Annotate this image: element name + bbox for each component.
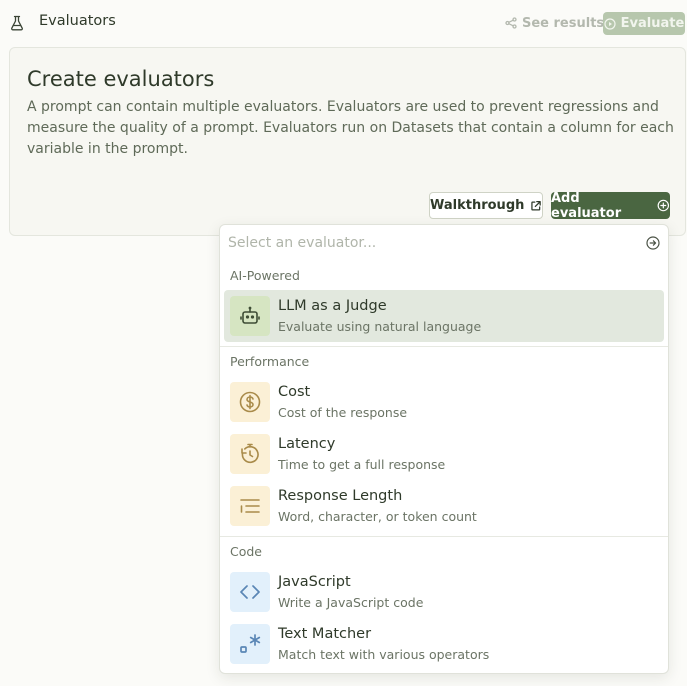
page-header: Evaluators See results Evaluate [0, 0, 687, 46]
evaluate-label: Evaluate [620, 16, 685, 31]
evaluator-item-text-matcher[interactable]: Text Matcher Match text with various ope… [224, 618, 664, 670]
arrow-right-circle-icon[interactable] [646, 236, 660, 250]
evaluator-item-llm-judge[interactable]: LLM as a Judge Evaluate using natural la… [224, 290, 664, 342]
add-evaluator-button[interactable]: Add evaluator [551, 190, 670, 221]
plus-circle-icon [657, 199, 670, 212]
page-title: Evaluators [39, 13, 116, 29]
item-icon-box [230, 434, 270, 474]
play-circle-icon [604, 17, 616, 30]
item-subtitle: Match text with various operators [278, 647, 490, 662]
item-subtitle: Write a JavaScript code [278, 595, 424, 610]
evaluator-item-latency[interactable]: Latency Time to get a full response [224, 428, 664, 480]
dollar-icon [239, 391, 261, 413]
panel-title: Create evaluators [27, 67, 215, 91]
item-icon-box [230, 382, 270, 422]
item-icon-box [230, 624, 270, 664]
evaluator-item-response-length[interactable]: Response Length Word, character, or toke… [224, 480, 664, 532]
item-title: JavaScript [278, 574, 351, 590]
walkthrough-label: Walkthrough [430, 198, 525, 213]
robot-icon [240, 306, 260, 324]
item-icon-box [230, 572, 270, 612]
item-subtitle: Cost of the response [278, 405, 408, 420]
evaluator-search-input[interactable] [228, 231, 628, 255]
item-icon-box [230, 486, 270, 526]
see-results-label: See results [522, 15, 605, 31]
item-subtitle: Time to get a full response [278, 457, 446, 472]
see-results-button[interactable]: See results [505, 13, 604, 33]
evaluator-item-javascript[interactable]: JavaScript Write a JavaScript code [224, 566, 664, 618]
section-label-ai-powered: AI-Powered [230, 268, 300, 283]
evaluator-dropdown: AI-Powered LLM as a Judge Evaluate using… [219, 224, 669, 674]
item-title: Latency [278, 436, 336, 452]
item-subtitle: Word, character, or token count [278, 509, 477, 524]
evaluate-button[interactable]: Evaluate [603, 12, 685, 35]
code-brackets-icon [240, 585, 260, 599]
evaluator-item-cost[interactable]: Cost Cost of the response [224, 376, 664, 428]
add-evaluator-label: Add evaluator [551, 190, 622, 221]
regex-icon [240, 634, 261, 653]
timer-icon [241, 443, 259, 464]
item-title: Response Length [278, 488, 403, 504]
section-label-code: Code [230, 544, 263, 559]
item-title: LLM as a Judge [278, 298, 387, 314]
item-title: Text Matcher [278, 626, 372, 642]
evaluator-search-row [220, 225, 668, 261]
walkthrough-button[interactable]: Walkthrough [429, 192, 543, 219]
item-icon-box [230, 296, 270, 336]
flask-icon [11, 15, 23, 31]
item-title: Cost [278, 384, 311, 400]
external-link-icon [531, 200, 542, 210]
share-icon [505, 17, 517, 29]
create-evaluators-panel: Create evaluators A prompt can contain m… [9, 47, 686, 236]
section-divider [220, 346, 668, 347]
text-lines-icon [240, 499, 260, 513]
section-divider [220, 536, 668, 537]
item-subtitle: Evaluate using natural language [278, 319, 482, 334]
panel-description: A prompt can contain multiple evaluators… [27, 99, 674, 157]
section-label-performance: Performance [230, 354, 310, 369]
